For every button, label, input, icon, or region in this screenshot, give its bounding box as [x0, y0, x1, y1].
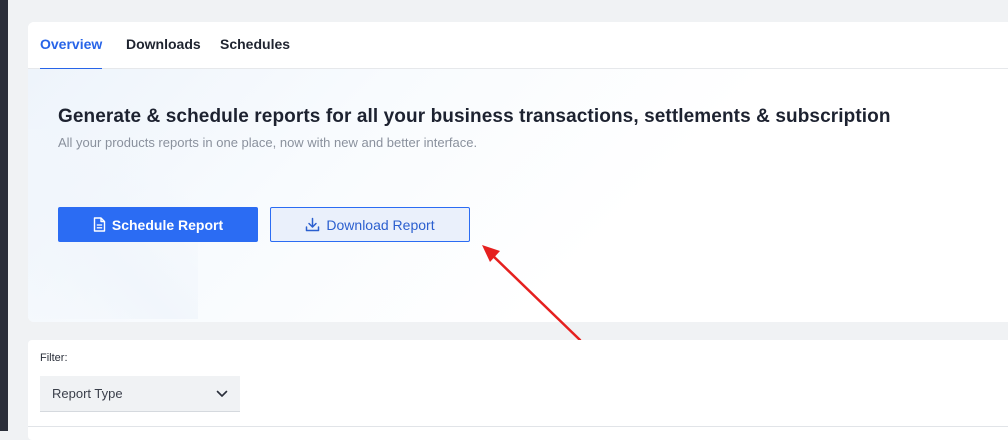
filter-label: Filter:	[40, 352, 68, 364]
report-type-select[interactable]: Report Type	[40, 376, 240, 412]
page-title: Generate & schedule reports for all your…	[58, 106, 891, 127]
page-subtitle: All your products reports in one place, …	[58, 135, 478, 150]
chevron-down-icon	[216, 385, 228, 403]
annotation-arrow	[482, 245, 582, 342]
document-icon	[93, 217, 106, 232]
left-rail	[0, 0, 8, 431]
tab-overview[interactable]: Overview	[40, 22, 103, 70]
download-report-label: Download Report	[326, 216, 435, 233]
tab-downloads[interactable]: Downloads	[126, 22, 201, 68]
divider	[28, 426, 1008, 427]
tab-bar: Overview Downloads Schedules	[28, 22, 1008, 70]
schedule-report-button[interactable]: Schedule Report	[58, 207, 258, 242]
schedule-report-label: Schedule Report	[111, 216, 224, 233]
download-icon	[305, 217, 320, 232]
filter-panel: Filter: Report Type	[28, 340, 1008, 440]
report-type-value: Report Type	[52, 386, 123, 401]
tab-schedules[interactable]: Schedules	[220, 22, 290, 68]
download-report-button[interactable]: Download Report	[270, 207, 470, 242]
